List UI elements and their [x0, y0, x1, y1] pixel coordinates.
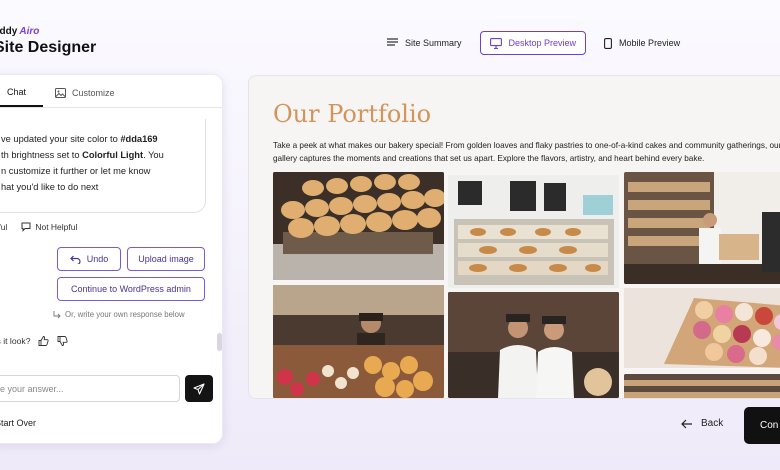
answer-placeholder: e your answer...: [0, 383, 64, 394]
look-question-row: oes it look?: [0, 336, 69, 346]
display-case-image: [448, 175, 619, 288]
upload-image-label: Upload image: [138, 254, 194, 264]
chat-tabs: Chat Customize: [0, 75, 222, 108]
photo-pastry-display[interactable]: [273, 285, 444, 398]
portfolio-title: Our Portfolio: [273, 100, 432, 128]
reply-arrow-icon: [53, 310, 61, 318]
top-nav: Site Summary Desktop Preview Mobile Prev…: [383, 31, 684, 55]
monitor-icon: [489, 37, 502, 49]
continue-label: Con: [760, 420, 779, 431]
arrow-left-icon: [681, 419, 692, 428]
message-text: . You: [143, 150, 164, 160]
message-text: th brightness set to: [1, 150, 83, 160]
brand-logo: addy Airo: [0, 26, 96, 37]
message-brightness-value: Colorful Light: [82, 150, 144, 160]
back-button[interactable]: Back: [681, 418, 723, 429]
start-over-label: Start Over: [0, 418, 37, 428]
feedback-row: elpful Not Helpful: [0, 222, 77, 232]
undo-button[interactable]: Undo: [57, 247, 121, 271]
baker-counter-image: [624, 172, 780, 284]
tab-customize[interactable]: Customize: [43, 88, 127, 107]
two-bakers-image: [448, 292, 619, 398]
thumbs-up-icon[interactable]: [38, 336, 50, 346]
photo-baker-counter[interactable]: [624, 172, 780, 284]
send-icon: [193, 382, 205, 395]
look-question: oes it look?: [0, 336, 31, 346]
photo-bread-rolls[interactable]: [273, 172, 444, 280]
speech-bubble-icon: [21, 222, 31, 232]
site-summary-button[interactable]: Site Summary: [383, 31, 466, 55]
start-over-button[interactable]: Start Over: [0, 418, 36, 428]
not-helpful-button[interactable]: Not Helpful: [21, 222, 77, 232]
message-color-value: #dda169: [120, 134, 158, 144]
photo-shelves[interactable]: [624, 374, 780, 398]
continue-button[interactable]: Con: [744, 407, 780, 444]
app-title: Site Designer: [0, 39, 97, 56]
photo-display-case[interactable]: [448, 175, 619, 288]
not-helpful-label: Not Helpful: [35, 222, 78, 232]
send-button[interactable]: [185, 375, 213, 402]
helpful-button[interactable]: elpful: [0, 222, 7, 232]
upload-image-button[interactable]: Upload image: [127, 247, 205, 271]
continue-wordpress-button[interactable]: Continue to WordPress admin: [57, 277, 205, 301]
helpful-label: elpful: [0, 222, 8, 232]
list-icon: [387, 38, 398, 46]
shelves-image: [624, 374, 780, 398]
undo-icon: [69, 255, 81, 264]
message-line: n customize it further or let me know: [1, 166, 151, 176]
brand: addy Airo Site Designer: [0, 26, 96, 57]
message-line: th brightness set to Colorful Light. You: [1, 147, 193, 163]
portfolio-description: Take a peek at what makes our bakery spe…: [273, 141, 780, 163]
chat-panel: Chat Customize ve updated your site colo…: [0, 74, 223, 444]
phone-icon: [604, 37, 612, 49]
brand-airo: Airo: [19, 26, 40, 37]
preview-page: Our Portfolio Take a peek at what makes …: [249, 76, 780, 398]
photo-donuts[interactable]: [624, 288, 780, 368]
tab-chat-label: Chat: [7, 87, 27, 97]
brand-prefix: addy: [0, 26, 18, 37]
assistant-message: ve updated your site color to #dda169 th…: [0, 119, 206, 213]
site-summary-label: Site Summary: [405, 38, 462, 48]
message-line: hat you'd like to do next: [1, 182, 99, 192]
continue-wordpress-label: Continue to WordPress admin: [71, 284, 191, 294]
donuts-image: [624, 288, 780, 368]
desktop-preview-frame: Our Portfolio Take a peek at what makes …: [248, 75, 780, 399]
mobile-preview-button[interactable]: Mobile Preview: [600, 31, 684, 55]
desktop-preview-label: Desktop Preview: [508, 38, 577, 48]
image-icon: [55, 88, 67, 98]
undo-label: Undo: [86, 254, 109, 264]
message-text: ve updated your site color to: [1, 134, 121, 144]
mobile-preview-label: Mobile Preview: [619, 38, 681, 48]
photo-two-bakers[interactable]: [448, 292, 619, 398]
answer-input[interactable]: e your answer...: [0, 375, 180, 402]
message-line: ve updated your site color to #dda169: [1, 131, 193, 147]
chat-scrollbar[interactable]: [217, 333, 222, 351]
thumbs-down-icon[interactable]: [57, 336, 69, 346]
write-own-hint: Or, write your own response below: [53, 310, 185, 319]
bread-rolls-image: [273, 172, 444, 280]
hint-text: Or, write your own response below: [65, 310, 185, 319]
tab-customize-label: Customize: [72, 88, 115, 98]
pastry-display-image: [273, 285, 444, 398]
tab-chat[interactable]: Chat: [0, 87, 44, 107]
back-label: Back: [701, 418, 724, 429]
desktop-preview-button[interactable]: Desktop Preview: [479, 31, 587, 55]
